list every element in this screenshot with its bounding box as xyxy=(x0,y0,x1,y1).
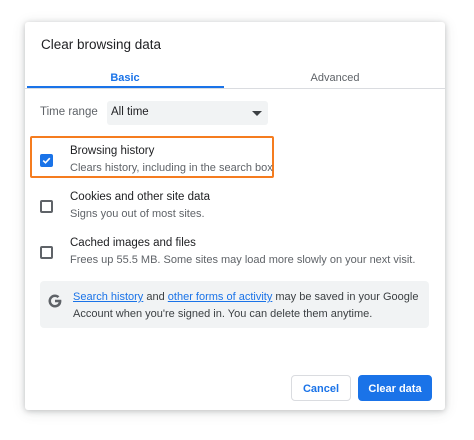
cancel-button[interactable]: Cancel xyxy=(291,375,351,401)
other-activity-link[interactable]: other forms of activity xyxy=(168,291,273,303)
tab-advanced[interactable]: Advanced xyxy=(235,68,435,88)
clear-data-button[interactable]: Clear data xyxy=(358,375,432,401)
time-range-label: Time range xyxy=(40,106,98,118)
cookies-subtitle: Signs you out of most sites. xyxy=(70,208,205,220)
time-range-select[interactable]: All time xyxy=(107,101,268,125)
tab-basic[interactable]: Basic xyxy=(25,68,225,88)
browsing-history-subtitle: Clears history, including in the search … xyxy=(70,162,273,174)
tab-divider xyxy=(25,88,445,89)
info-and-text: and xyxy=(143,291,168,303)
cached-images-title: Cached images and files xyxy=(70,237,196,249)
checkmark-icon xyxy=(42,157,51,164)
cookies-checkbox[interactable] xyxy=(40,200,53,213)
browsing-history-checkbox[interactable] xyxy=(40,154,53,167)
google-g-icon xyxy=(48,294,62,308)
time-range-value: All time xyxy=(111,106,149,118)
google-account-info-box: Search history and other forms of activi… xyxy=(40,281,429,328)
dialog-title: Clear browsing data xyxy=(41,37,162,52)
cached-images-checkbox[interactable] xyxy=(40,246,53,259)
info-text-line-1: Search history and other forms of activi… xyxy=(73,291,418,303)
cached-images-subtitle: Frees up 55.5 MB. Some sites may load mo… xyxy=(70,254,416,266)
info-text-1: may be saved in your Google xyxy=(272,291,419,303)
dropdown-arrow-icon xyxy=(252,111,262,116)
clear-browsing-data-dialog: Clear browsing data Basic Advanced Time … xyxy=(25,22,445,410)
cookies-title: Cookies and other site data xyxy=(70,191,211,203)
info-text-line-2: Account when you're signed in. You can d… xyxy=(73,308,373,320)
search-history-link[interactable]: Search history xyxy=(73,291,143,303)
browsing-history-title: Browsing history xyxy=(70,145,155,157)
